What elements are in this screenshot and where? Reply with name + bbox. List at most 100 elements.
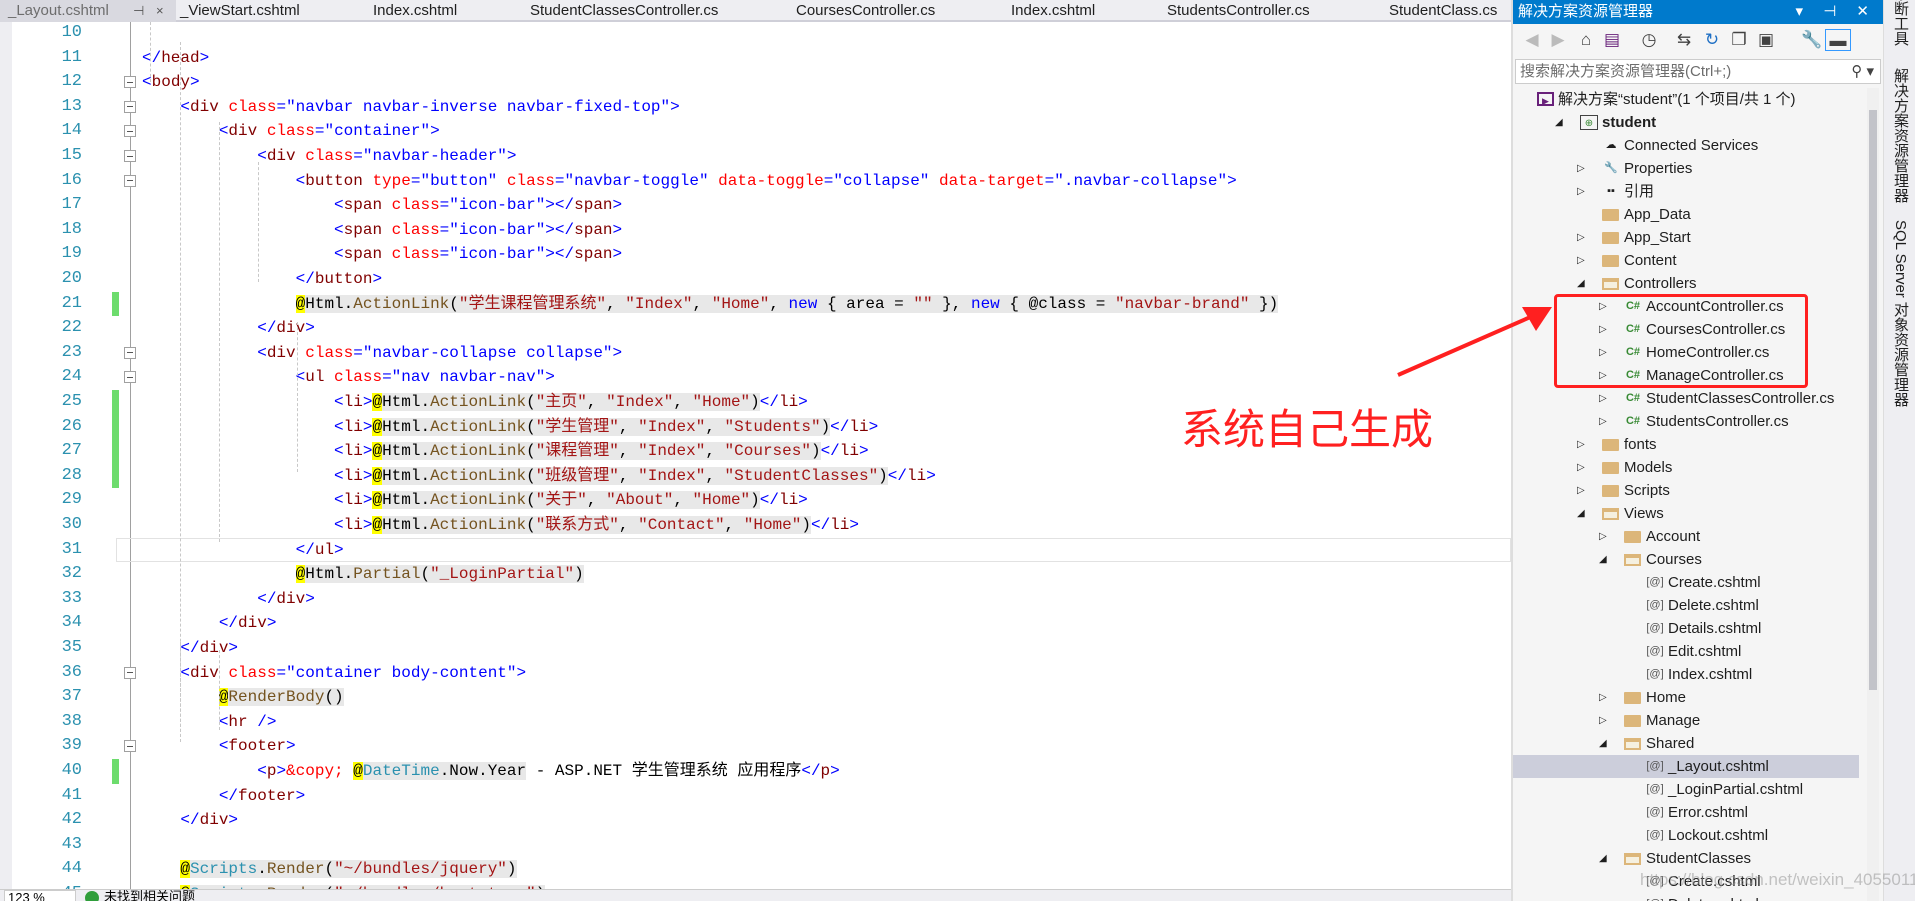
collapsed-arrow-icon[interactable]: ▷ (1577, 180, 1587, 203)
history-icon[interactable]: ◷ (1638, 29, 1660, 51)
expanded-arrow-icon[interactable]: ◢ (1599, 732, 1609, 755)
code-text[interactable]: <span class="icon-bar"></span> (142, 193, 622, 218)
expanded-arrow-icon[interactable]: ◢ (1577, 272, 1587, 295)
code-text[interactable]: <hr /> (142, 710, 277, 735)
tree-item[interactable]: ◢ Shared (1513, 732, 1859, 755)
panel-window-controls[interactable]: ▾ ⊣ ✕ (1796, 0, 1878, 24)
code-text[interactable]: <footer> (142, 734, 296, 759)
tree-item[interactable]: ◢ ⊕ student (1513, 111, 1859, 134)
tree-item[interactable]: [@] Create.cshtml (1513, 571, 1859, 594)
tree-item[interactable]: ▷ Models (1513, 456, 1859, 479)
collapse-toggle-icon[interactable] (124, 371, 136, 384)
refresh-icon[interactable]: ↻ (1701, 29, 1723, 51)
collapsed-arrow-icon[interactable]: ▷ (1577, 479, 1587, 502)
code-text[interactable]: <div class="container body-content"> (142, 661, 526, 686)
code-text[interactable]: <div class="navbar-collapse collapse"> (142, 341, 622, 366)
tree-item[interactable]: ▷ Home (1513, 686, 1859, 709)
code-text[interactable]: <p>&copy; @DateTime.Now.Year - ASP.NET 学… (142, 759, 840, 784)
side-tab-solution-explorer[interactable]: 解决方案资源管理器 (1890, 68, 1911, 203)
tab--viewstart-cshtml[interactable]: _ViewStart.cshtml (180, 0, 300, 22)
code-text[interactable]: </div> (142, 611, 277, 636)
code-text[interactable]: @Html.Partial("_LoginPartial") (142, 562, 584, 587)
code-text[interactable]: </div> (142, 316, 315, 341)
collapsed-arrow-icon[interactable]: ▷ (1577, 433, 1587, 456)
search-icon[interactable]: ⚲ ▾ (1851, 60, 1874, 83)
solution-search-input[interactable]: 搜索解决方案资源管理器(Ctrl+;) ⚲ ▾ (1515, 59, 1881, 84)
collapsed-arrow-icon[interactable]: ▷ (1599, 686, 1609, 709)
tree-item[interactable]: ▷ fonts (1513, 433, 1859, 456)
code-text[interactable]: </footer> (142, 784, 305, 809)
collapse-toggle-icon[interactable] (124, 125, 136, 138)
tree-item[interactable]: [@] _LoginPartial.cshtml (1513, 778, 1859, 801)
expanded-arrow-icon[interactable]: ◢ (1599, 548, 1609, 571)
show-all-files-icon[interactable]: ▣ (1755, 29, 1777, 51)
code-text[interactable]: <div class="container"> (142, 119, 440, 144)
collapsed-arrow-icon[interactable]: ▷ (1577, 226, 1587, 249)
back-icon[interactable]: ◀ (1521, 29, 1543, 51)
tree-scrollbar[interactable] (1867, 88, 1879, 901)
collapse-toggle-icon[interactable] (124, 174, 136, 187)
collapsed-arrow-icon[interactable]: ▷ (1577, 249, 1587, 272)
code-text[interactable]: <span class="icon-bar"></span> (142, 218, 622, 243)
code-text[interactable]: @RenderBody() (142, 685, 344, 710)
zoom-dropdown[interactable]: 123 % (4, 890, 76, 901)
collapsed-arrow-icon[interactable]: ▷ (1599, 387, 1609, 410)
sync-icon[interactable]: ⇆ (1673, 29, 1695, 51)
tree-item[interactable]: ▷ C# StudentClassesController.cs (1513, 387, 1859, 410)
tree-item[interactable]: ◢ Views (1513, 502, 1859, 525)
collapsed-arrow-icon[interactable]: ▷ (1599, 525, 1609, 548)
tab-studentscontroller-cs[interactable]: StudentsController.cs (1167, 0, 1310, 22)
code-text[interactable]: </button> (142, 267, 382, 292)
tree-item[interactable]: ☁ Connected Services (1513, 134, 1859, 157)
tree-item[interactable]: ◢ Courses (1513, 548, 1859, 571)
expanded-arrow-icon[interactable]: ◢ (1555, 111, 1565, 134)
code-text[interactable]: <div class="navbar navbar-inverse navbar… (142, 95, 679, 120)
code-text[interactable]: <li>@Html.ActionLink("联系方式", "Contact", … (142, 513, 859, 538)
code-text[interactable]: <div class="navbar-header"> (142, 144, 516, 169)
tab-studentclass-cs[interactable]: StudentClass.cs (1389, 0, 1497, 22)
tab-studentclassescontroller-cs[interactable]: StudentClassesController.cs (530, 0, 718, 22)
code-text[interactable]: </head> (142, 46, 209, 71)
collapse-toggle-icon[interactable] (124, 666, 136, 679)
collapsed-arrow-icon[interactable]: ▷ (1599, 709, 1609, 732)
tab-index-cshtml[interactable]: Index.cshtml (373, 0, 457, 22)
code-text[interactable]: <ul class="nav navbar-nav"> (142, 365, 555, 390)
tree-item[interactable]: [@] Error.cshtml (1513, 801, 1859, 824)
code-text[interactable]: </ul> (142, 538, 344, 563)
collapsed-arrow-icon[interactable]: ▷ (1577, 456, 1587, 479)
tree-item[interactable]: [@] Lockout.cshtml (1513, 824, 1859, 847)
code-text[interactable]: <li>@Html.ActionLink("主页", "Index", "Hom… (142, 390, 808, 415)
collapse-toggle-icon[interactable] (124, 150, 136, 162)
tree-item[interactable]: [@] _Layout.cshtml (1513, 755, 1859, 778)
tree-item[interactable]: [@] Delete.cshtml (1513, 893, 1859, 901)
collapse-toggle-icon[interactable] (124, 100, 136, 113)
code-text[interactable]: <li>@Html.ActionLink("班级管理", "Index", "S… (142, 464, 936, 489)
tab-coursescontroller-cs[interactable]: CoursesController.cs (796, 0, 935, 22)
tree-item[interactable]: ◢ StudentClasses (1513, 847, 1859, 870)
tree-item[interactable]: ▷ C# StudentsController.cs (1513, 410, 1859, 433)
tree-item[interactable]: ▷ Scripts (1513, 479, 1859, 502)
tree-item[interactable]: [@] Delete.cshtml (1513, 594, 1859, 617)
code-text[interactable]: <li>@Html.ActionLink("课程管理", "Index", "C… (142, 439, 869, 464)
properties-wrench-icon[interactable]: 🔧 (1801, 29, 1823, 51)
collapsed-arrow-icon[interactable]: ▷ (1599, 410, 1609, 433)
tree-item[interactable]: ▷ App_Start (1513, 226, 1859, 249)
home-icon[interactable]: ⌂ (1575, 29, 1597, 51)
side-tab-diagnostics[interactable]: 诊断工具 (1890, 0, 1911, 46)
tree-item[interactable]: ▷ 🔧 Properties (1513, 157, 1859, 180)
tree-item[interactable]: ▶ 解决方案“student”(1 个项目/共 1 个) (1513, 88, 1859, 111)
code-text[interactable]: <li>@Html.ActionLink("学生管理", "Index", "S… (142, 415, 878, 440)
collapsed-arrow-icon[interactable]: ▷ (1577, 157, 1587, 180)
expanded-arrow-icon[interactable]: ◢ (1599, 847, 1609, 870)
pin-icon[interactable]: ⊣ (133, 0, 144, 21)
tree-item[interactable]: [@] Details.cshtml (1513, 617, 1859, 640)
code-text[interactable]: </div> (142, 636, 238, 661)
tree-item[interactable]: [@] Index.cshtml (1513, 663, 1859, 686)
code-text[interactable]: </div> (142, 587, 315, 612)
tree-item[interactable]: ◢ Controllers (1513, 272, 1859, 295)
expanded-arrow-icon[interactable]: ◢ (1577, 502, 1587, 525)
code-text[interactable]: <li>@Html.ActionLink("关于", "About", "Hom… (142, 488, 808, 513)
code-text[interactable]: @Scripts.Render("~/bundles/bootstrap") (142, 882, 546, 889)
close-tab-icon[interactable]: × (156, 0, 164, 21)
preview-icon[interactable]: ▬ (1825, 29, 1851, 51)
